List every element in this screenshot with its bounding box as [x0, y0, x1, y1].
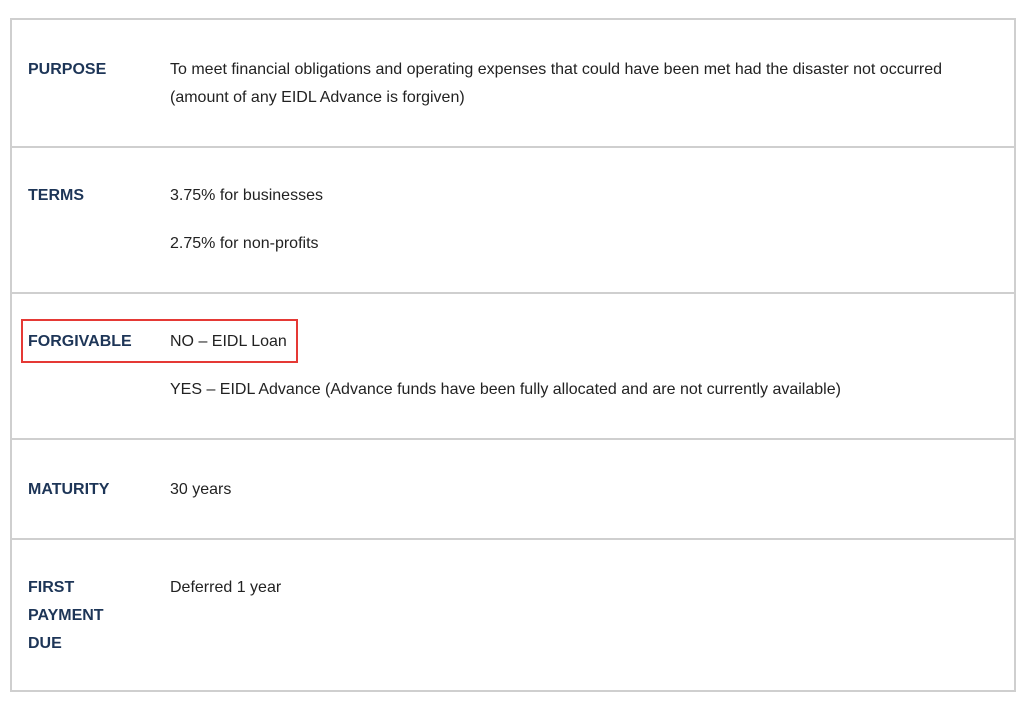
table-row-terms: TERMS 3.75% for businesses 2.75% for non…: [12, 146, 1014, 294]
row-value-purpose: To meet financial obligations and operat…: [170, 61, 943, 106]
row-value-forgivable: NO – EIDL Loan YES – EIDL Advance (Advan…: [170, 333, 841, 398]
row-label-terms: TERMS: [28, 187, 84, 204]
row-value-maturity: 30 years: [170, 481, 232, 498]
row-value-first-payment-due: Deferred 1 year: [170, 579, 282, 596]
row-label-forgivable: FORGIVABLE: [28, 333, 132, 350]
table-row-forgivable: FORGIVABLE NO – EIDL Loan YES – EIDL Adv…: [12, 292, 1014, 440]
table-row-purpose: PURPOSE To meet financial obligations an…: [12, 20, 1014, 148]
table-row-first-payment-due: FIRST PAYMENT DUE Deferred 1 year: [12, 538, 1014, 692]
table-row-maturity: MATURITY 30 years: [12, 438, 1014, 540]
loan-terms-table: PURPOSE To meet financial obligations an…: [10, 18, 1016, 692]
row-value-terms: 3.75% for businesses 2.75% for non-profi…: [170, 187, 323, 252]
row-label-maturity: MATURITY: [28, 481, 110, 498]
row-label-purpose: PURPOSE: [28, 61, 107, 78]
row-label-first-payment-due: FIRST PAYMENT DUE: [28, 579, 104, 652]
